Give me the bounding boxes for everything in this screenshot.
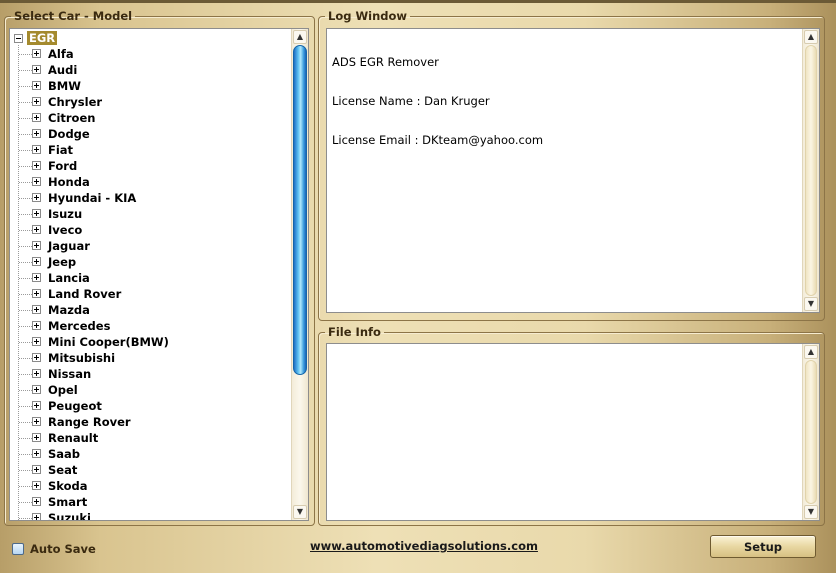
expand-icon[interactable] bbox=[32, 257, 41, 266]
tree-item-label[interactable]: Fiat bbox=[48, 142, 73, 158]
scroll-down-arrow-icon[interactable]: ▼ bbox=[804, 505, 818, 519]
model-tree-view[interactable]: EGR Alfa Audi BMW Chrysler Citroen Dodge Fiat F… bbox=[9, 28, 309, 521]
tree-item-label[interactable]: Saab bbox=[48, 446, 80, 462]
expand-icon[interactable] bbox=[32, 81, 41, 90]
expand-icon[interactable] bbox=[32, 113, 41, 122]
expand-icon[interactable] bbox=[32, 497, 41, 506]
tree-item-label[interactable]: Mini Cooper(BMW) bbox=[48, 334, 169, 350]
scroll-up-arrow-icon[interactable]: ▲ bbox=[804, 345, 818, 359]
log-scroll-thumb[interactable] bbox=[805, 45, 817, 296]
collapse-icon[interactable] bbox=[14, 33, 23, 43]
tree-scrollbar[interactable]: ▲ ▼ bbox=[291, 29, 308, 520]
tree-item-label[interactable]: Seat bbox=[48, 462, 77, 478]
tree-item-label[interactable]: Isuzu bbox=[48, 206, 82, 222]
tree-item-label[interactable]: Mercedes bbox=[48, 318, 110, 334]
tree-content: EGR Alfa Audi BMW Chrysler Citroen Dodge Fiat F… bbox=[10, 29, 291, 520]
expand-icon[interactable] bbox=[32, 481, 41, 490]
tree-item-label[interactable]: Jeep bbox=[48, 254, 76, 270]
log-textarea[interactable]: ADS EGR Remover License Name : Dan Kruge… bbox=[326, 28, 820, 313]
website-link[interactable]: www.automotivediagsolutions.com bbox=[310, 539, 538, 553]
log-line: ADS EGR Remover bbox=[332, 55, 439, 69]
tree-root-node[interactable]: EGR bbox=[14, 31, 58, 45]
file-info-scrollbar[interactable]: ▲ ▼ bbox=[802, 344, 819, 520]
tree-item-label[interactable]: Dodge bbox=[48, 126, 90, 142]
tree-item-label[interactable]: Alfa bbox=[48, 46, 74, 62]
expand-icon[interactable] bbox=[32, 193, 41, 202]
expand-icon[interactable] bbox=[32, 145, 41, 154]
tree-item-label[interactable]: Mazda bbox=[48, 302, 90, 318]
tree-item-label[interactable]: Range Rover bbox=[48, 414, 131, 430]
log-text: ADS EGR Remover License Name : Dan Kruge… bbox=[332, 30, 799, 173]
expand-icon[interactable] bbox=[32, 65, 41, 74]
expand-icon[interactable] bbox=[32, 209, 41, 218]
tree-guide-line bbox=[18, 45, 19, 520]
file-info-legend: File Info bbox=[328, 325, 381, 339]
tree-item-label[interactable]: BMW bbox=[48, 78, 81, 94]
expand-icon[interactable] bbox=[32, 513, 41, 520]
expand-icon[interactable] bbox=[32, 433, 41, 442]
expand-icon[interactable] bbox=[32, 465, 41, 474]
tree-item-label[interactable]: Ford bbox=[48, 158, 77, 174]
expand-icon[interactable] bbox=[32, 449, 41, 458]
expand-icon[interactable] bbox=[32, 353, 41, 362]
tree-root-label[interactable]: EGR bbox=[27, 31, 58, 45]
expand-icon[interactable] bbox=[32, 97, 41, 106]
tree-item-label[interactable]: Lancia bbox=[48, 270, 90, 286]
expand-icon[interactable] bbox=[32, 241, 41, 250]
tree-scroll-thumb[interactable] bbox=[293, 45, 307, 375]
tree-item-label[interactable]: Suzuki bbox=[48, 510, 91, 520]
scroll-down-arrow-icon[interactable]: ▼ bbox=[804, 297, 818, 311]
expand-icon[interactable] bbox=[32, 305, 41, 314]
tree-item-label[interactable]: Peugeot bbox=[48, 398, 102, 414]
window-top-edge bbox=[0, 0, 836, 3]
expand-icon[interactable] bbox=[32, 369, 41, 378]
expand-icon[interactable] bbox=[32, 273, 41, 282]
tree-item-label[interactable]: Iveco bbox=[48, 222, 82, 238]
tree-item-label[interactable]: Hyundai - KIA bbox=[48, 190, 136, 206]
scroll-down-arrow-icon[interactable]: ▼ bbox=[293, 505, 307, 519]
auto-save-checkbox[interactable] bbox=[12, 543, 24, 555]
tree-item-label[interactable]: Citroen bbox=[48, 110, 95, 126]
expand-icon[interactable] bbox=[32, 321, 41, 330]
tree-item-label[interactable]: Honda bbox=[48, 174, 90, 190]
tree-item-label[interactable]: Mitsubishi bbox=[48, 350, 115, 366]
tree-item-label[interactable]: Skoda bbox=[48, 478, 88, 494]
log-line: License Email : DKteam@yahoo.com bbox=[332, 133, 544, 147]
tree-item-label[interactable]: Nissan bbox=[48, 366, 91, 382]
tree-item-label[interactable]: Audi bbox=[48, 62, 77, 78]
file-info-textarea[interactable]: ▲ ▼ bbox=[326, 343, 820, 521]
expand-icon[interactable] bbox=[32, 401, 41, 410]
expand-icon[interactable] bbox=[32, 385, 41, 394]
tree-item-label[interactable]: Opel bbox=[48, 382, 78, 398]
tree-item-label[interactable]: Land Rover bbox=[48, 286, 121, 302]
scroll-up-arrow-icon[interactable]: ▲ bbox=[293, 30, 307, 44]
expand-icon[interactable] bbox=[32, 129, 41, 138]
expand-icon[interactable] bbox=[32, 337, 41, 346]
tree-item-label[interactable]: Chrysler bbox=[48, 94, 102, 110]
auto-save-option[interactable]: Auto Save bbox=[12, 542, 96, 556]
expand-icon[interactable] bbox=[32, 289, 41, 298]
tree-item-label[interactable]: Renault bbox=[48, 430, 98, 446]
tree-item-label[interactable]: Jaguar bbox=[48, 238, 90, 254]
select-car-model-legend: Select Car - Model bbox=[14, 9, 133, 23]
auto-save-label[interactable]: Auto Save bbox=[30, 542, 96, 556]
log-scrollbar[interactable]: ▲ ▼ bbox=[802, 29, 819, 312]
expand-icon[interactable] bbox=[32, 177, 41, 186]
expand-icon[interactable] bbox=[32, 417, 41, 426]
expand-icon[interactable] bbox=[32, 49, 41, 58]
log-window-legend: Log Window bbox=[328, 9, 408, 23]
log-line: License Name : Dan Kruger bbox=[332, 94, 490, 108]
scroll-up-arrow-icon[interactable]: ▲ bbox=[804, 30, 818, 44]
expand-icon[interactable] bbox=[32, 161, 41, 170]
expand-icon[interactable] bbox=[32, 225, 41, 234]
file-info-scroll-thumb[interactable] bbox=[805, 360, 817, 504]
tree-item-label[interactable]: Smart bbox=[48, 494, 87, 510]
setup-button[interactable]: Setup bbox=[710, 535, 816, 558]
